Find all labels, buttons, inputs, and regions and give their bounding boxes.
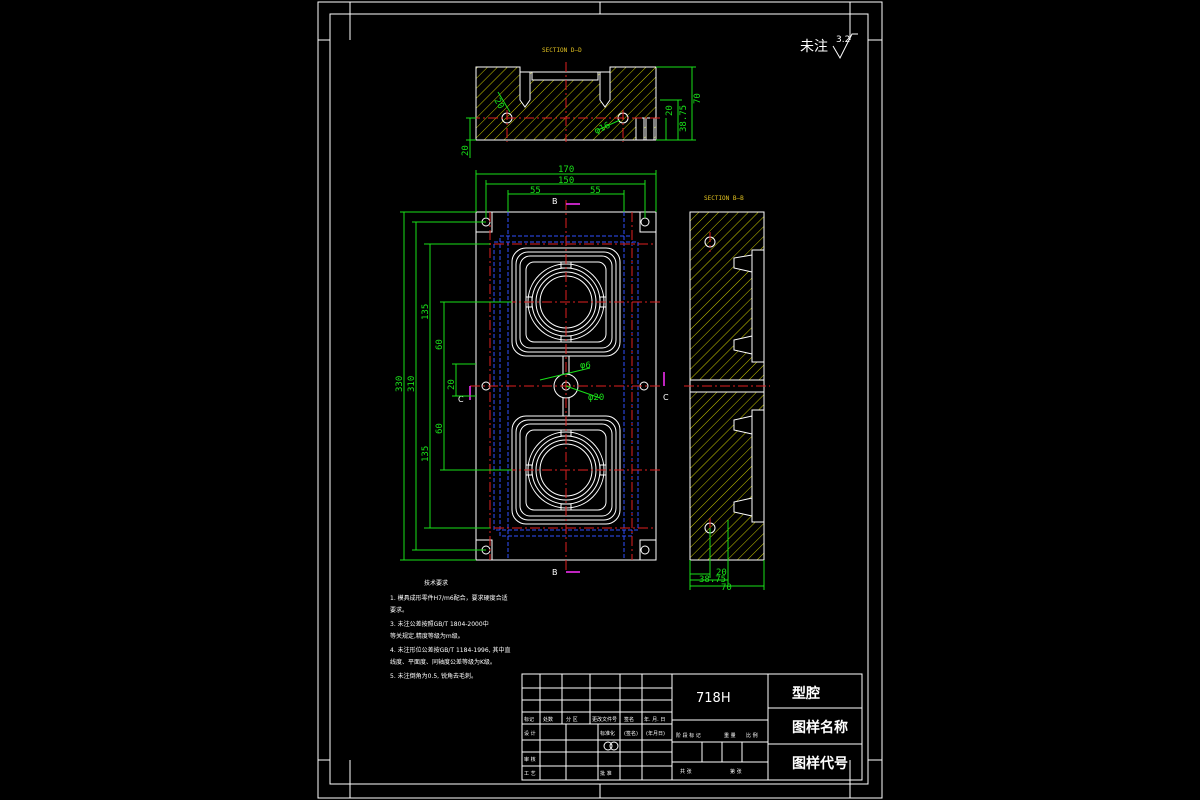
section-bb-label: SECTION B—B [704, 195, 744, 202]
tb-header-4: 签名 [624, 716, 634, 723]
section-bb-view: SECTION B—B 20 38.75 70 [684, 195, 770, 593]
title-block: 718H 型腔 图样名称 图样代号 标记 处数 分 区 更改文件号 签名 年. … [521, 673, 863, 781]
tb-weight: 重 量 [724, 732, 736, 739]
tb-total-sheets: 共 张 [680, 768, 692, 775]
cut-label-c-right: C [663, 393, 669, 402]
notes-line-6: 线度、平面度、同轴度公差等级为K级。 [390, 658, 496, 666]
dim-310: 310 [407, 376, 417, 392]
dim-20-vert: 20 [447, 379, 457, 390]
section-dd-label: SECTION D—D [542, 47, 582, 54]
dim-135-lower: 135 [421, 446, 431, 462]
dim-150: 150 [558, 176, 574, 186]
roughness-label: 未注 [800, 39, 828, 55]
notes-line-4: 等关规定,精度等级为m级。 [390, 632, 464, 640]
tb-header-2: 分 区 [566, 716, 578, 723]
dim-170: 170 [558, 165, 574, 175]
tb-sign: (签名) [624, 730, 638, 737]
cut-label-b-top: B [552, 197, 558, 206]
dim-phi20: φ20 [588, 393, 604, 403]
roughness-value: 3.2 [836, 35, 850, 45]
dim-phi6: φ6 [580, 361, 591, 371]
roughness-note: 未注 3.2 [800, 33, 858, 60]
notes-line-5: 4. 未注形位公差按GB/T 1184-1996, 其中直 [390, 646, 511, 654]
material-text: 718H [696, 691, 731, 706]
dim-55-left: 55 [530, 186, 541, 196]
plan-view: B B C C 170 150 55 55 330 310 135 135 60… [395, 165, 669, 577]
section-dd-view: SECTION D—D 70 38.75 20 20 20 φ16 [461, 47, 703, 158]
drawing-code-label: 图样代号 [792, 755, 848, 772]
dim-60-lower: 60 [435, 423, 445, 434]
dim-330: 330 [395, 376, 405, 392]
tb-approve: 批 准 [600, 770, 612, 777]
technical-notes: 技术要求 1. 模具成形零件H7/m6配合，要求硬度合适 要求。 3. 未注公差… [390, 579, 511, 680]
tb-scale: 比 例 [746, 732, 758, 739]
dim-bot-70: 70 [721, 583, 732, 593]
tb-header-5: 年. 月. 日 [644, 716, 665, 723]
drawing-name-label: 图样名称 [792, 719, 848, 736]
notes-line-3: 3. 未注公差按照GB/T 1804-2000中 [390, 620, 489, 628]
part-name-text: 型腔 [792, 685, 820, 702]
tb-craft: 工 艺 [524, 771, 536, 777]
cut-label-b-bottom: B [552, 568, 558, 577]
dim-top-20a: 20 [665, 105, 675, 116]
tb-stage: 阶 段 标 记 [676, 732, 701, 739]
tb-header-0: 标记 [524, 716, 534, 723]
dim-135-upper: 135 [421, 304, 431, 320]
tb-sheet-no: 第 张 [730, 768, 742, 775]
notes-line-1: 1. 模具成形零件H7/m6配合，要求硬度合适 [390, 594, 508, 602]
dim-55-right: 55 [590, 186, 601, 196]
notes-title: 技术要求 [424, 579, 448, 587]
tb-design: 设 计 [524, 730, 536, 737]
dim-60-upper: 60 [435, 339, 445, 350]
dim-top-20b: 20 [461, 145, 471, 156]
tb-date: (年月日) [646, 730, 665, 737]
tb-header-1: 处数 [543, 716, 553, 723]
tb-header-3: 更改文件号 [592, 716, 617, 723]
notes-line-7: 5. 未注倒角为0.5, 锐角去毛刺。 [390, 672, 477, 680]
dim-top-70: 70 [693, 93, 703, 104]
notes-line-2: 要求。 [390, 606, 408, 614]
cad-drawing: 未注 3.2 SECTION D—D 70 38.75 20 20 20 φ16… [317, 1, 883, 799]
tb-standardize: 标准化 [600, 730, 615, 737]
dim-top-38: 38.75 [679, 105, 689, 132]
tb-review: 审 核 [524, 756, 536, 763]
